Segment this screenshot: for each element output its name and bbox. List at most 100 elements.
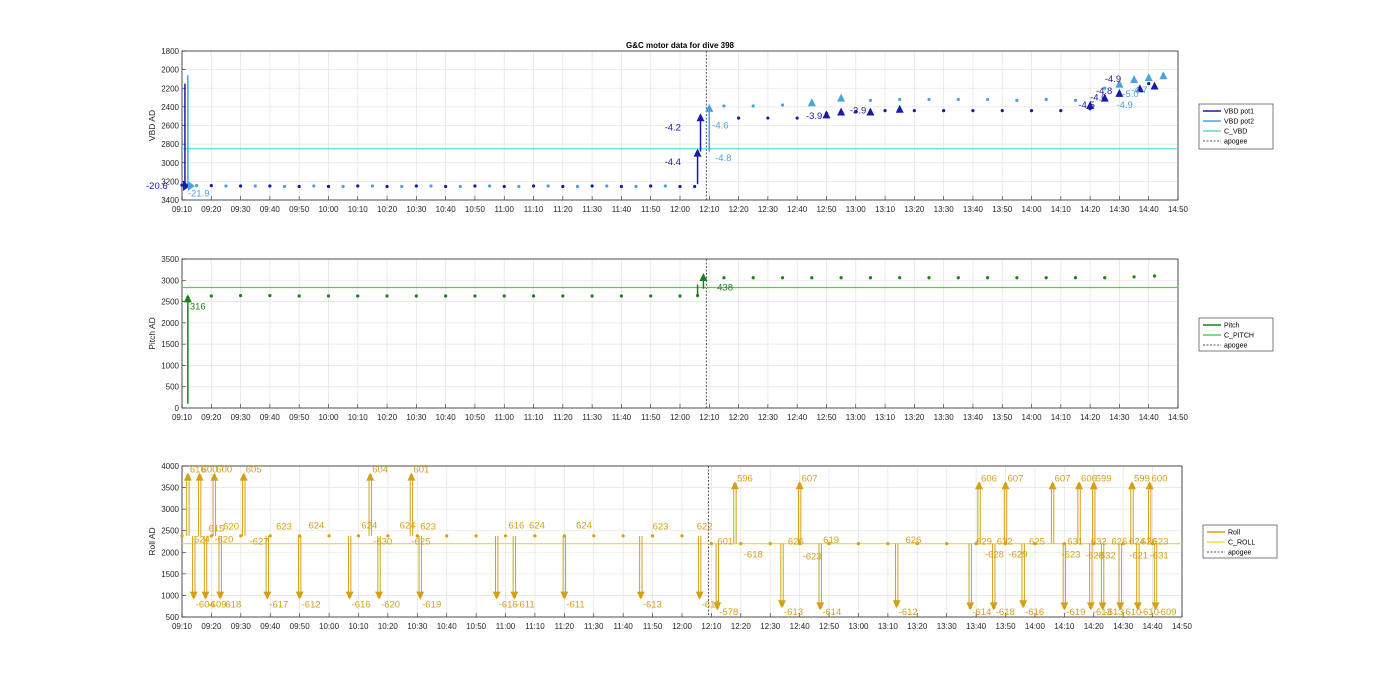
data-point: [810, 276, 814, 280]
data-point: [898, 276, 902, 280]
x-tick-label: 11:20: [553, 205, 573, 214]
y-tick-label: 2000: [161, 66, 179, 75]
data-point: [312, 184, 316, 188]
y-tick-label: 3500: [161, 255, 179, 264]
x-tick-label: 10:10: [348, 205, 369, 214]
x-tick-label: 12:00: [670, 413, 691, 422]
data-point: [886, 542, 890, 546]
data-label: -4.9: [1116, 100, 1132, 111]
x-tick-label: 12:40: [790, 622, 811, 631]
x-tick-label: 11:50: [641, 413, 661, 422]
x-tick-label: 12:10: [701, 622, 722, 631]
data-point: [370, 184, 375, 188]
x-tick-label: 11:40: [612, 413, 632, 422]
data-label: -624: [191, 534, 210, 545]
x-tick-label: 11:00: [495, 205, 515, 214]
data-point: [268, 294, 272, 298]
data-point: [282, 184, 287, 189]
chart-title: G&C motor data for dive 398: [626, 41, 735, 50]
arrow-head: [696, 113, 705, 122]
data-point: [385, 294, 389, 298]
x-tick-label: 14:10: [1054, 622, 1075, 631]
x-tick-label: 09:30: [231, 622, 252, 631]
data-point: [458, 184, 462, 189]
data-point: [209, 294, 213, 298]
data-label: 624: [529, 521, 545, 532]
data-label: 623: [420, 521, 436, 532]
y-tick-label: 1800: [161, 47, 179, 56]
x-tick-label: 09:30: [231, 413, 252, 422]
data-label: 619: [823, 535, 839, 546]
x-tick-label: 10:40: [436, 413, 457, 422]
data-label: -613: [784, 607, 803, 618]
data-label: 600: [202, 465, 218, 476]
data-label: 616: [508, 521, 524, 532]
data-label: 631: [1067, 537, 1083, 548]
data-point: [473, 184, 477, 188]
data-label: -623: [803, 552, 822, 563]
data-label: -4.4: [665, 157, 681, 168]
data-point: [1147, 81, 1151, 86]
data-label: -618: [996, 607, 1015, 618]
data-label: -618: [744, 549, 763, 560]
data-point: [268, 534, 272, 538]
x-tick-label: 10:40: [437, 622, 458, 631]
data-label: 607: [1008, 473, 1024, 484]
data-point: [414, 184, 418, 188]
x-tick-label: 14:50: [1172, 622, 1193, 631]
triangle-mark: [1130, 74, 1139, 83]
data-label: -628: [985, 549, 1004, 560]
y-tick-label: 2000: [161, 548, 179, 557]
legend-entry: apogee: [1224, 139, 1247, 146]
triangle-mark: [837, 107, 846, 116]
data-label: -3.9: [850, 106, 866, 117]
y-tick-label: 2000: [161, 319, 179, 328]
triangle-mark: [837, 93, 846, 102]
x-tick-label: 12:50: [816, 205, 837, 214]
data-label: 632: [997, 537, 1013, 548]
x-tick-label: 10:30: [406, 413, 427, 422]
data-label: -616: [1025, 607, 1044, 618]
x-tick-label: 11:20: [555, 622, 575, 631]
x-tick-label: 14:10: [1051, 205, 1072, 214]
data-point: [868, 98, 873, 102]
x-tick-label: 14:00: [1025, 622, 1046, 631]
data-label: -611: [516, 600, 534, 611]
data-label: -621: [1129, 551, 1148, 562]
data-label: 624: [576, 521, 592, 532]
data-label: -617: [269, 600, 288, 611]
data-label: 625: [1029, 537, 1045, 548]
data-point: [1073, 98, 1078, 102]
y-tick-label: 4000: [161, 462, 179, 471]
data-label: -613: [643, 600, 662, 611]
data-point: [956, 276, 960, 280]
data-label: 601: [413, 465, 429, 476]
data-label: -623: [1061, 549, 1080, 560]
data-point: [1059, 109, 1063, 113]
data-point: [945, 542, 949, 546]
x-tick-label: 14:50: [1168, 413, 1189, 422]
data-point: [722, 276, 726, 280]
data-label: -630: [373, 537, 392, 548]
triangle-mark: [866, 107, 875, 116]
data-point: [680, 534, 684, 538]
x-tick-label: 10:00: [318, 413, 339, 422]
data-point: [561, 294, 565, 298]
y-tick-label: 2600: [161, 122, 179, 131]
data-point: [297, 184, 301, 189]
data-point: [590, 294, 594, 298]
data-label: -3.9: [806, 111, 822, 122]
data-point: [473, 294, 477, 298]
x-tick-label: 13:00: [846, 413, 867, 422]
data-point: [678, 184, 682, 189]
data-point: [736, 116, 741, 120]
data-point: [1152, 274, 1157, 278]
data-label: 605: [246, 465, 262, 476]
data-point: [502, 294, 506, 298]
data-point: [327, 534, 331, 538]
data-label: 626: [906, 535, 922, 546]
x-tick-label: 10:50: [465, 413, 486, 422]
triangle-mark: [822, 110, 831, 119]
legend-entry: Pitch: [1224, 323, 1240, 330]
x-tick-label: 10:10: [348, 622, 369, 631]
